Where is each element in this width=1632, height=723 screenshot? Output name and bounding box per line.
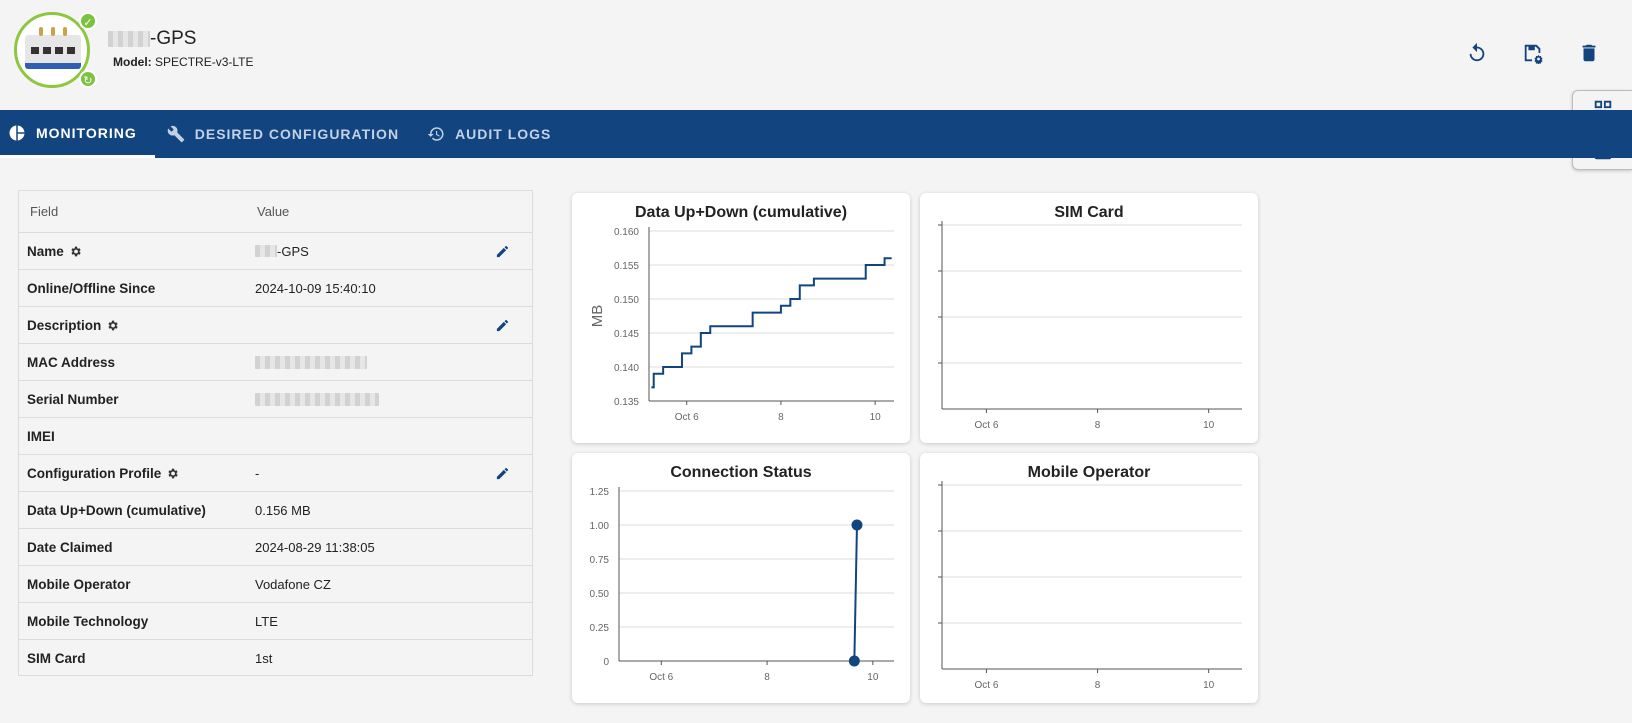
gear-icon [71, 246, 81, 256]
chart-title: Data Up+Down (cumulative) [634, 204, 848, 221]
chart-svg: 0.160 0.155 0.150 0.145 0.140 0.135 Oct 6 8 10 MB [589, 227, 894, 423]
chart-data-cumulative: 0.160 0.155 0.150 0.145 0.140 0.135 Oct 6 8 10 MB… [572, 193, 910, 443]
trash-icon [1582, 44, 1596, 62]
device-avatar: ✓ ↻ [14, 12, 97, 88]
redacted-serial [255, 392, 379, 406]
y-tick-label: 0.155 [614, 261, 639, 272]
redacted-value [255, 245, 277, 257]
redacted-name [108, 31, 150, 47]
series-line [853, 524, 858, 662]
y-axis-label: MB [589, 305, 606, 328]
table-row-mobile-operator: Mobile Operator Vodafone CZ [19, 566, 532, 603]
x-tick-label: 8 [764, 672, 770, 683]
table-row-mobile-technology: Mobile Technology LTE [19, 603, 532, 640]
gear-icon [108, 320, 118, 330]
tab-audit-logs[interactable]: AUDIT LOGS [415, 110, 567, 158]
y-tick-label: 0.25 [590, 623, 610, 634]
x-tick-label: Oct 6 [974, 680, 998, 691]
edit-name-button[interactable] [495, 244, 510, 259]
y-tick-label: 0.150 [614, 295, 639, 306]
delete-button[interactable] [1574, 38, 1604, 68]
x-tick-label: Oct 6 [675, 412, 699, 423]
y-tick-label: 0 [603, 657, 609, 668]
chart-title: Mobile Operator [1027, 464, 1151, 481]
y-tick-label: 0.160 [614, 227, 639, 238]
y-tick-label: 1.25 [590, 487, 610, 498]
x-tick-label: 8 [778, 412, 784, 423]
tab-bar: MONITORING DESIRED CONFIGURATION AUDIT L… [0, 110, 1632, 158]
chart-mobile-operator: Oct 6 8 10 Mobile Operator [920, 453, 1258, 703]
table-row-name: Name -GPS [19, 233, 532, 270]
chart-svg: Oct 6 8 10 [938, 481, 1242, 691]
y-tick-label: 1.00 [590, 521, 610, 532]
tab-desired-configuration[interactable]: DESIRED CONFIGURATION [155, 110, 415, 158]
x-tick-label: 10 [870, 412, 882, 423]
x-tick-label: 10 [867, 672, 879, 683]
series-line [651, 257, 892, 389]
table-row-configuration-profile: Configuration Profile - [19, 455, 532, 492]
x-tick-label: 10 [1203, 420, 1215, 431]
device-header: ✓ ↻ -GPS Model: SPECTRE-v3-LTE [0, 0, 1632, 110]
table-row-mac-address: MAC Address [19, 344, 532, 381]
header-actions [1462, 38, 1604, 68]
x-tick-label: 8 [1095, 420, 1101, 431]
pie-chart-icon [9, 125, 25, 140]
chart-svg: Oct 6 8 10 [938, 221, 1242, 431]
chart-title: Connection Status [670, 464, 812, 481]
table-row-sim-card: SIM Card 1st [27, 651, 273, 666]
table-row-imei: IMEI [19, 418, 532, 455]
chart-sim-card: Oct 6 8 10 SIM Card [920, 193, 1258, 443]
tab-monitoring[interactable]: MONITORING [0, 110, 155, 158]
table-row-serial-number: Serial Number [19, 381, 532, 418]
y-tick-label: 0.140 [614, 363, 639, 374]
y-tick-label: 0.75 [590, 555, 610, 566]
gear-icon [168, 468, 178, 478]
online-check-icon: ✓ [79, 12, 97, 30]
device-info-table: Field Value Name -GPS Online/Offline Sin… [18, 190, 533, 676]
x-tick-label: Oct 6 [974, 420, 998, 431]
edit-profile-button[interactable] [495, 466, 510, 481]
table-header: Field Value [19, 191, 532, 233]
data-point [848, 655, 860, 667]
y-tick-label: 0.145 [614, 329, 639, 340]
x-tick-label: 10 [1203, 680, 1215, 691]
y-tick-label: 0.50 [590, 589, 610, 600]
table-row-date-claimed: Date Claimed 2024-08-29 11:38:05 [19, 529, 532, 566]
refresh-icon [1469, 42, 1485, 62]
data-point [851, 519, 863, 531]
save-settings-icon [1524, 44, 1543, 64]
redacted-mac [255, 355, 367, 369]
table-row-online-since: Online/Offline Since 2024-10-09 15:40:10 [19, 270, 532, 307]
table-row-data-cumulative: Data Up+Down (cumulative) 0.156 MB [19, 492, 532, 529]
x-tick-label: Oct 6 [649, 672, 673, 683]
device-title: -GPS [108, 28, 196, 50]
chart-svg: 1.25 1.00 0.75 0.50 0.25 0 Oct 6 8 10 [590, 487, 894, 683]
chart-title: SIM Card [1054, 204, 1124, 221]
x-tick-label: 8 [1095, 680, 1101, 691]
wrench-icon [167, 125, 184, 143]
edit-description-button[interactable] [495, 318, 510, 333]
table-row-description: Description [19, 307, 532, 344]
y-tick-label: 0.135 [614, 397, 639, 408]
chart-connection-status: 1.25 1.00 0.75 0.50 0.25 0 Oct 6 8 10 Connection… [572, 453, 910, 703]
sync-icon: ↻ [79, 70, 97, 88]
router-image [25, 27, 81, 69]
device-model: Model: SPECTRE-v3-LTE [113, 55, 254, 69]
save-config-button[interactable] [1518, 38, 1548, 68]
refresh-button[interactable] [1462, 38, 1492, 68]
history-icon [427, 127, 444, 141]
